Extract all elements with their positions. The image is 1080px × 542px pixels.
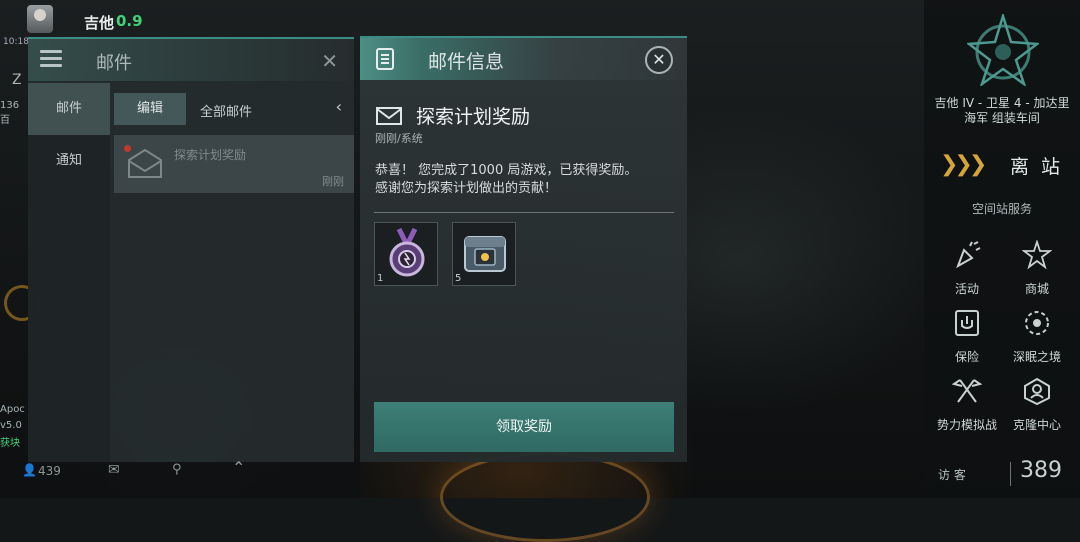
mail-item-time: 刚刚 bbox=[322, 175, 344, 188]
mail-item-title: 探索计划奖励 bbox=[174, 148, 247, 162]
service-abyss[interactable]: 深眠之境 bbox=[1002, 308, 1072, 365]
chevron-left-icon[interactable]: ‹ bbox=[336, 97, 342, 116]
clone-icon bbox=[1024, 377, 1050, 406]
service-clone-center[interactable]: 克隆中心 bbox=[1002, 376, 1072, 433]
mail-body-line-2: 感谢您为探索计划做出的贡献！ bbox=[375, 181, 558, 196]
tab-mail[interactable]: 邮件 bbox=[28, 83, 110, 135]
claim-reward-button[interactable]: 领取奖励 bbox=[374, 402, 674, 452]
mail-body: 恭喜！ 您完成了1000 局游戏，已获得奖励。 感谢您为探索计划做出的贡献！ bbox=[375, 162, 675, 198]
mail-panel-title: 邮件 bbox=[96, 53, 132, 74]
crossed-flags-icon bbox=[951, 379, 983, 403]
service-label: 商城 bbox=[1024, 282, 1049, 296]
station-name-line-1: 吉他 IV - 卫星 4 - 加达里 bbox=[934, 96, 1070, 110]
service-label: 克隆中心 bbox=[1012, 418, 1061, 432]
undock-button[interactable]: ❯❯❯ 离 站 bbox=[938, 148, 1068, 184]
envelope-open-icon bbox=[128, 148, 162, 178]
reward-item-crate[interactable]: 5 bbox=[452, 222, 516, 286]
mail-subject: 探索计划奖励 bbox=[416, 106, 531, 128]
service-events[interactable]: 活动 bbox=[932, 240, 1002, 297]
visitors-label: 访 客 bbox=[938, 468, 966, 482]
background-glow bbox=[440, 452, 650, 542]
pilots-icon[interactable]: 👤 bbox=[22, 463, 37, 477]
filter-icon[interactable]: ⚲ bbox=[172, 462, 182, 477]
undock-label: 离 站 bbox=[1010, 156, 1064, 178]
insurance-icon bbox=[955, 310, 979, 336]
visitors-count: 389 bbox=[1020, 458, 1062, 483]
document-icon bbox=[376, 48, 394, 70]
faction-emblem-icon bbox=[967, 14, 1039, 86]
station-name: 吉他 IV - 卫星 4 - 加达里 海军 组装车间 bbox=[924, 96, 1080, 126]
edge-apoc: Apoc bbox=[0, 404, 25, 415]
mail-panel-header: 邮件 ✕ bbox=[28, 39, 354, 81]
envelope-icon bbox=[376, 107, 402, 125]
mail-toolbar: 编辑 全部邮件 ‹ bbox=[114, 83, 354, 125]
close-icon[interactable]: ✕ bbox=[321, 49, 338, 73]
unread-dot bbox=[124, 145, 131, 152]
filter-dropdown[interactable]: 全部邮件 bbox=[200, 101, 252, 120]
service-label: 活动 bbox=[954, 282, 979, 296]
mail-list-area: 编辑 全部邮件 ‹ 探索计划奖励 刚刚 bbox=[114, 83, 354, 464]
divider bbox=[1010, 462, 1011, 486]
edge-status: 获块 bbox=[0, 438, 20, 449]
crate-icon bbox=[464, 236, 506, 272]
edge-count: 136百 bbox=[0, 100, 20, 126]
reward-qty: 1 bbox=[377, 273, 384, 284]
mail-detail-dialog: 邮件信息 ✕ 探索计划奖励 刚刚/系统 恭喜！ 您完成了1000 局游戏，已获得… bbox=[360, 36, 687, 462]
mail-sidebar: 邮件 通知 bbox=[28, 83, 110, 464]
service-label: 深眠之境 bbox=[1012, 350, 1061, 364]
security-status: 0.9 bbox=[116, 12, 143, 30]
clock: 10:18 bbox=[3, 37, 29, 47]
list-item[interactable]: 探索计划奖励 刚刚 bbox=[114, 135, 354, 193]
close-button[interactable]: ✕ bbox=[645, 46, 673, 74]
player-name: 吉他 bbox=[84, 14, 115, 32]
chevron-up-icon[interactable]: ⌃ bbox=[232, 458, 245, 477]
player-bar: 吉他 0.9 bbox=[0, 0, 360, 36]
pilot-count: 439 bbox=[38, 464, 61, 478]
service-faction-warfare[interactable]: 势力模拟战 bbox=[932, 376, 1002, 433]
mail-panel: 邮件 ✕ 邮件 通知 编辑 全部邮件 ‹ 探索计划奖励 刚刚 bbox=[28, 37, 354, 464]
service-label: 势力模拟战 bbox=[936, 418, 997, 432]
nes-star-icon bbox=[1021, 239, 1053, 270]
edge-version: v5.0 bbox=[0, 420, 22, 431]
edit-button[interactable]: 编辑 bbox=[114, 93, 186, 125]
chevrons-right-icon: ❯❯❯ bbox=[940, 152, 987, 177]
divider bbox=[374, 212, 674, 213]
visitors-bar[interactable]: 访 客 389 bbox=[924, 452, 1080, 498]
tab-notifications[interactable]: 通知 bbox=[28, 135, 110, 187]
mail-body-line-1: 恭喜！ 您完成了1000 局游戏，已获得奖励。 bbox=[375, 163, 638, 178]
avatar[interactable] bbox=[27, 5, 53, 33]
services-title: 空间站服务 bbox=[971, 202, 1032, 216]
abyss-icon bbox=[1025, 311, 1049, 335]
party-icon bbox=[956, 241, 981, 269]
service-store[interactable]: 商城 bbox=[1002, 239, 1072, 297]
station-panel: 吉他 IV - 卫星 4 - 加达里 海军 组装车间 ❯❯❯ 离 站 空间站服务… bbox=[924, 0, 1080, 498]
reward-qty: 5 bbox=[455, 273, 462, 284]
service-insurance[interactable]: 保险 bbox=[932, 308, 1002, 365]
medal-icon bbox=[389, 227, 425, 277]
mail-sender: 刚刚/系统 bbox=[375, 132, 423, 145]
station-name-line-2: 海军 组装车间 bbox=[964, 111, 1040, 125]
menu-icon[interactable] bbox=[40, 50, 62, 68]
dialog-title: 邮件信息 bbox=[428, 51, 505, 73]
bottom-bar: 👤 439 ✉ ⚲ ⌃ bbox=[0, 458, 360, 498]
dialog-header: 邮件信息 ✕ bbox=[360, 38, 687, 80]
mail-icon[interactable]: ✉ bbox=[108, 462, 120, 478]
reward-item-medal[interactable]: 1 bbox=[374, 222, 438, 286]
service-label: 保险 bbox=[954, 350, 979, 364]
